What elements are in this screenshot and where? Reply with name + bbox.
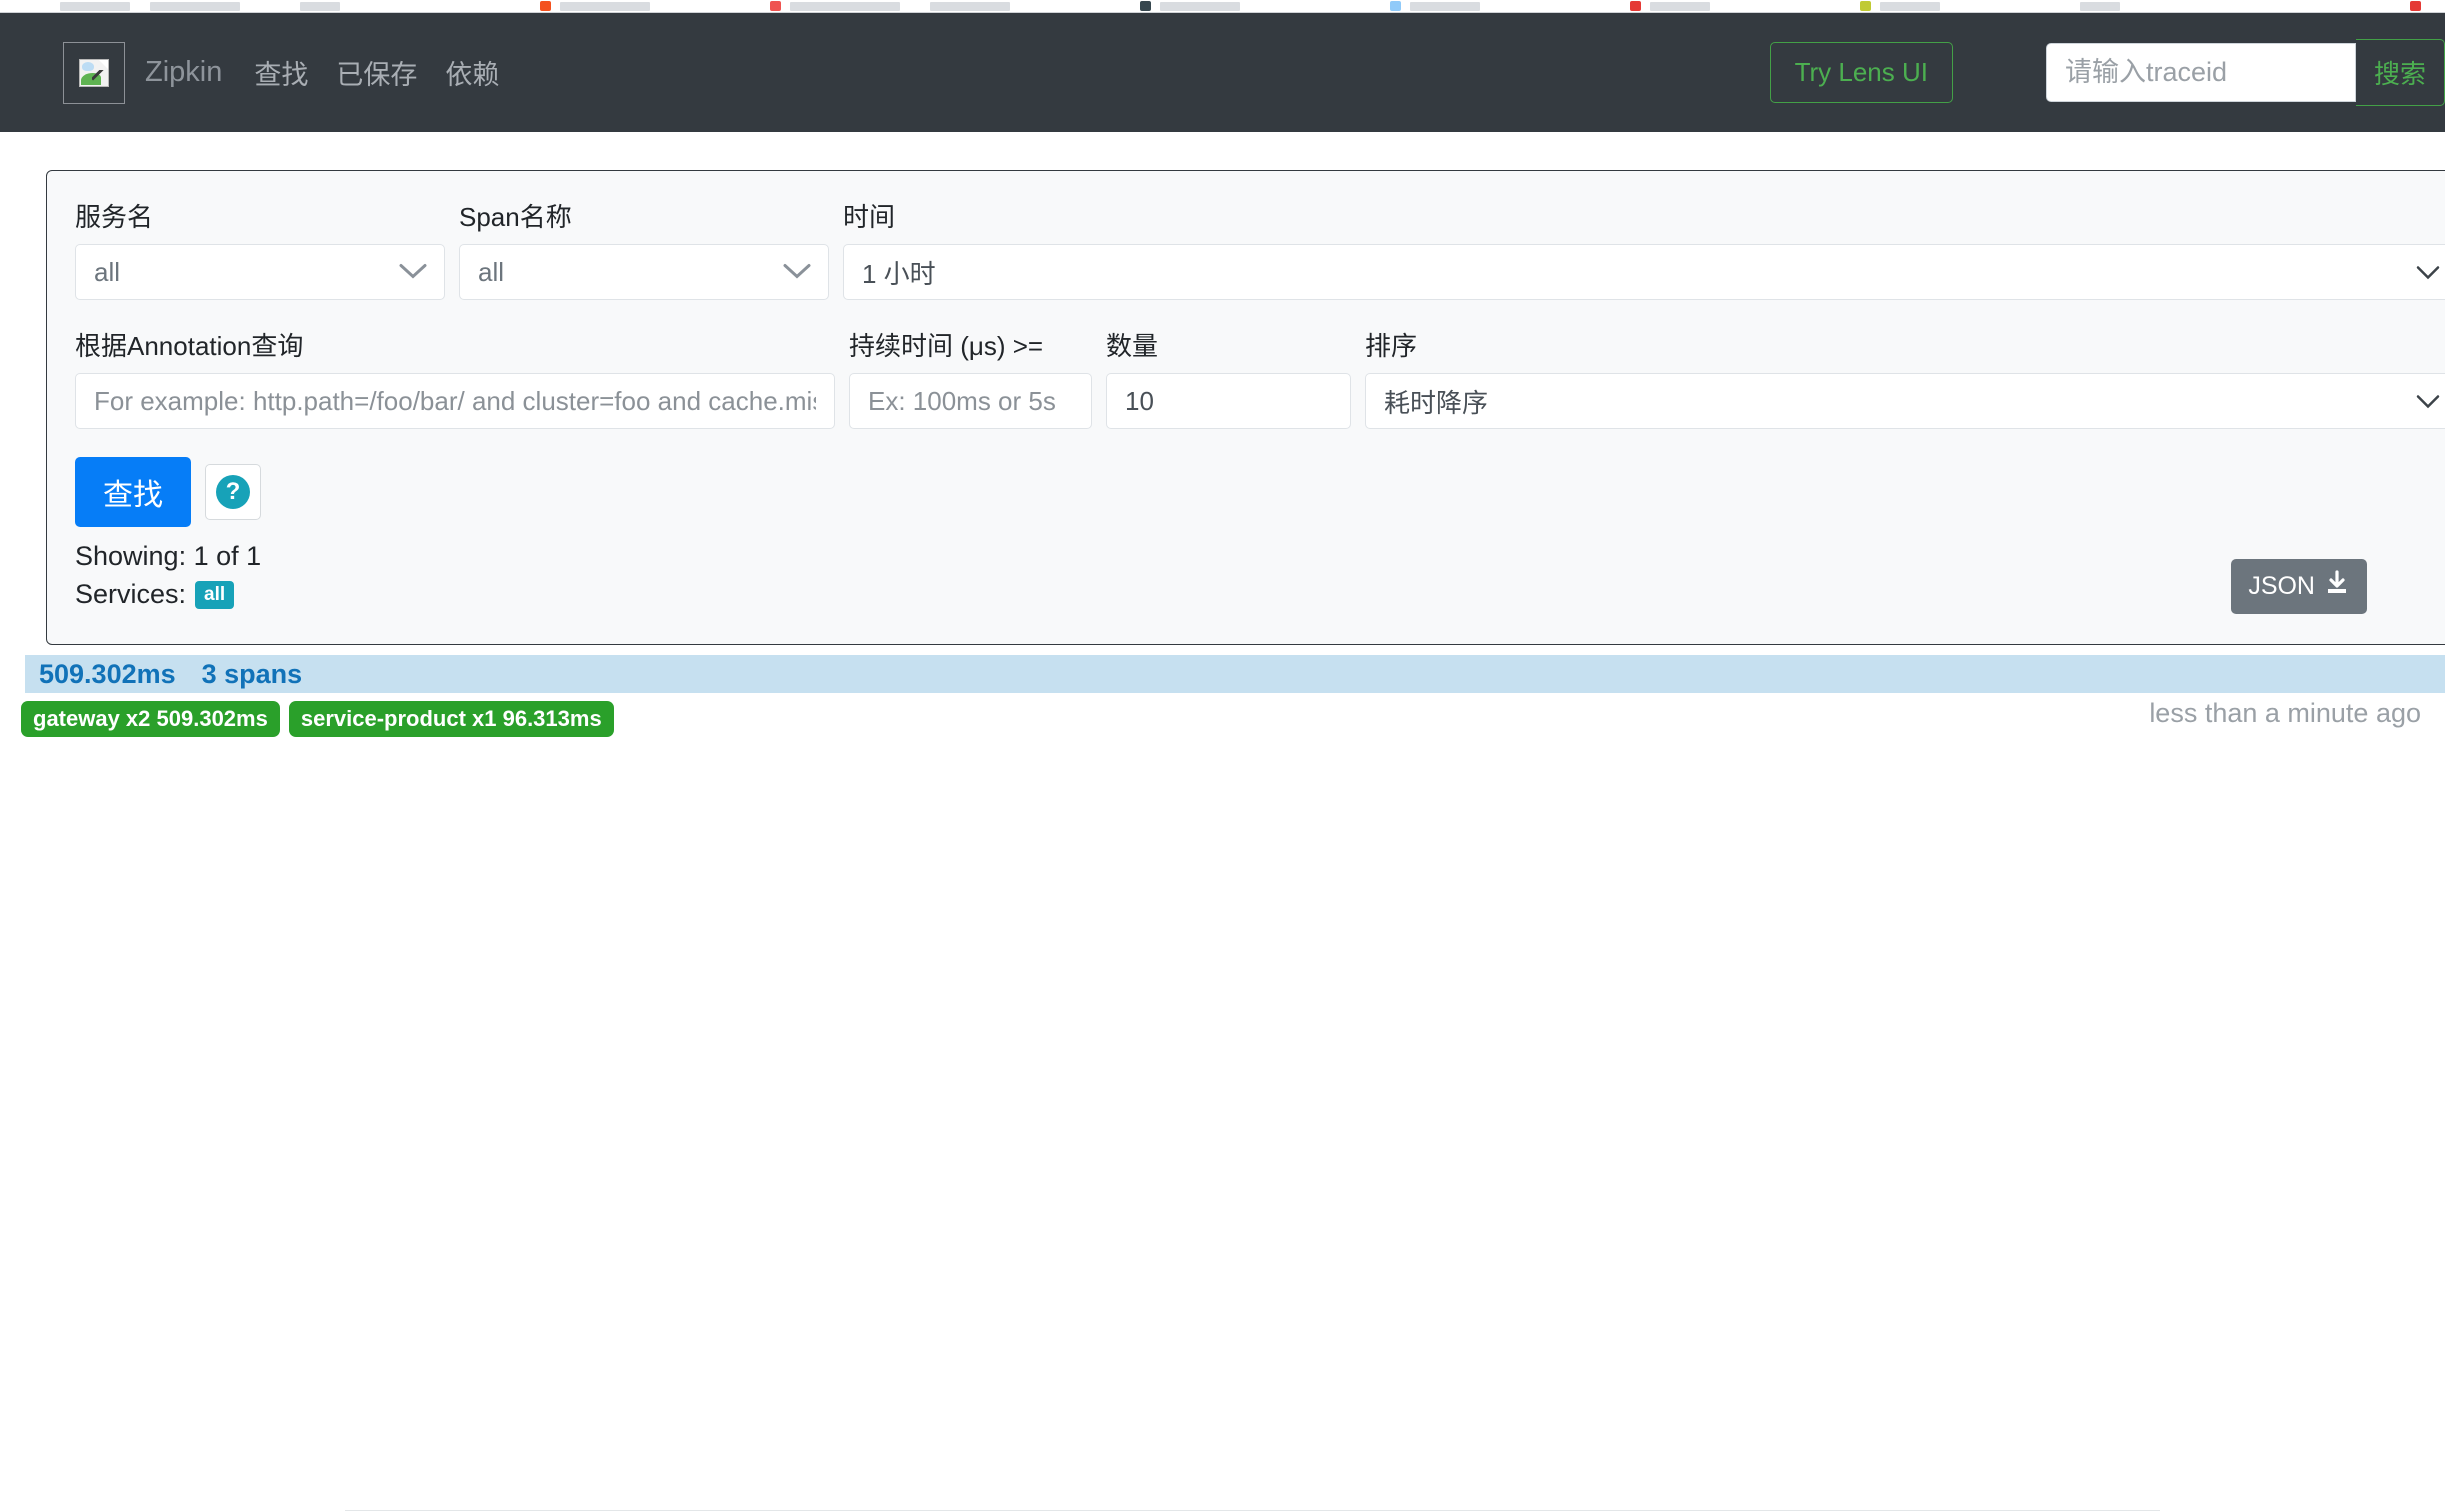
traceid-search-button[interactable]: 搜索 <box>2355 39 2445 106</box>
question-mark-icon: ? <box>216 475 250 509</box>
sort-field: 排序 耗时降序 <box>1365 326 2445 429</box>
duration-label: 持续时间 (μs) >= <box>849 331 1044 361</box>
search-row-2: 根据Annotation查询 持续时间 (μs) >= 数量 排序 耗时降序 <box>75 326 2445 429</box>
bookmark-item[interactable] <box>2080 2 2120 11</box>
json-download-button[interactable]: JSON <box>2231 559 2367 614</box>
brand-area[interactable]: Zipkin <box>63 41 223 104</box>
zipkin-logo <box>63 41 125 104</box>
search-row-1: 服务名 all Span名称 all 时间 1 小时 <box>75 197 2445 300</box>
traceid-input[interactable] <box>2045 43 2356 102</box>
services-badge[interactable]: all <box>195 580 235 609</box>
trace-duration: 509.302ms <box>39 658 176 689</box>
sort-value: 耗时降序 <box>1384 387 1489 418</box>
span-name-value: all <box>478 256 505 287</box>
bookmark-favicon[interactable] <box>770 1 781 11</box>
duration-input[interactable] <box>849 373 1092 429</box>
service-name-value: all <box>94 256 121 287</box>
time-value: 1 小时 <box>862 258 936 289</box>
sort-label: 排序 <box>1365 331 1418 361</box>
download-icon <box>2324 570 2350 603</box>
bookmark-item[interactable] <box>1880 2 1940 11</box>
showing-count: Showing: 1 of 1 <box>75 541 262 571</box>
browser-bookmarks-bar <box>0 0 2445 13</box>
results-list: 509.302ms 3 spans gateway x2 509.302ms s… <box>0 655 2445 1511</box>
header-actions: Try Lens UI 搜索 <box>1769 39 2445 106</box>
trace-row[interactable]: 509.302ms 3 spans gateway x2 509.302ms s… <box>0 655 2445 737</box>
trace-span-count: 3 spans <box>201 658 303 689</box>
time-select[interactable]: 1 小时 <box>843 244 2445 300</box>
service-pill-gateway[interactable]: gateway x2 509.302ms <box>21 701 280 737</box>
bookmark-item[interactable] <box>300 2 340 11</box>
duration-field: 持续时间 (μs) >= <box>849 326 1092 429</box>
trace-summary-bar[interactable]: 509.302ms 3 spans <box>25 655 2445 693</box>
chevron-down-icon <box>2416 386 2440 417</box>
count-field: 数量 <box>1106 326 1351 429</box>
bookmark-favicon[interactable] <box>2410 1 2421 11</box>
nav-item-find[interactable]: 查找 <box>254 53 308 92</box>
span-name-select[interactable]: all <box>459 244 829 300</box>
bookmark-item[interactable] <box>1160 2 1240 11</box>
bookmark-item[interactable] <box>790 2 900 11</box>
search-actions: 查找 ? <box>75 457 2445 527</box>
bookmark-favicon[interactable] <box>1140 1 1151 11</box>
bookmark-item[interactable] <box>930 2 1010 11</box>
chevron-down-icon <box>2416 257 2440 288</box>
count-input[interactable] <box>1106 373 1351 429</box>
nav-item-dependencies[interactable]: 依赖 <box>445 53 499 92</box>
find-button[interactable]: 查找 <box>75 457 191 527</box>
chevron-down-icon <box>782 257 812 288</box>
annotation-query-input[interactable] <box>75 373 835 429</box>
bookmark-item[interactable] <box>60 2 130 11</box>
help-button[interactable]: ? <box>205 464 261 520</box>
time-field: 时间 1 小时 <box>843 197 2445 300</box>
trace-service-badges: gateway x2 509.302ms service-product x1 … <box>21 701 2445 737</box>
span-name-label: Span名称 <box>459 202 572 232</box>
bookmark-favicon[interactable] <box>540 1 551 11</box>
service-name-field: 服务名 all <box>75 197 445 300</box>
search-panel: 服务名 all Span名称 all 时间 1 小时 根据Annotation查… <box>46 170 2445 645</box>
services-summary: Services: all <box>75 579 2445 610</box>
bookmark-item[interactable] <box>1650 2 1710 11</box>
try-lens-ui-button[interactable]: Try Lens UI <box>1769 42 1953 103</box>
brand-name: Zipkin <box>145 56 223 88</box>
bookmark-favicon[interactable] <box>1860 1 1871 11</box>
service-name-select[interactable]: all <box>75 244 445 300</box>
bookmark-favicon[interactable] <box>1390 1 1401 11</box>
sort-select[interactable]: 耗时降序 <box>1365 373 2445 429</box>
trace-timestamp: less than a minute ago <box>2149 698 2421 728</box>
bookmark-item[interactable] <box>1410 2 1480 11</box>
bookmark-item[interactable] <box>560 2 650 11</box>
main-nav: 查找 已保存 依赖 <box>254 53 499 92</box>
bookmark-favicon[interactable] <box>1630 1 1641 11</box>
service-name-label: 服务名 <box>75 202 154 232</box>
chevron-down-icon <box>398 257 428 288</box>
count-label: 数量 <box>1106 331 1159 361</box>
nav-item-saved[interactable]: 已保存 <box>336 53 417 92</box>
json-button-label: JSON <box>2248 572 2315 600</box>
bookmark-item[interactable] <box>150 2 240 11</box>
annotation-query-field: 根据Annotation查询 <box>75 326 835 429</box>
span-name-field: Span名称 all <box>459 197 829 300</box>
annotation-query-label: 根据Annotation查询 <box>75 331 304 361</box>
app-header: Zipkin 查找 已保存 依赖 Try Lens UI 搜索 <box>0 13 2445 132</box>
service-pill-service-product[interactable]: service-product x1 96.313ms <box>288 701 614 737</box>
services-label: Services: <box>75 579 187 609</box>
time-label: 时间 <box>843 202 896 232</box>
broken-image-icon <box>79 58 109 87</box>
